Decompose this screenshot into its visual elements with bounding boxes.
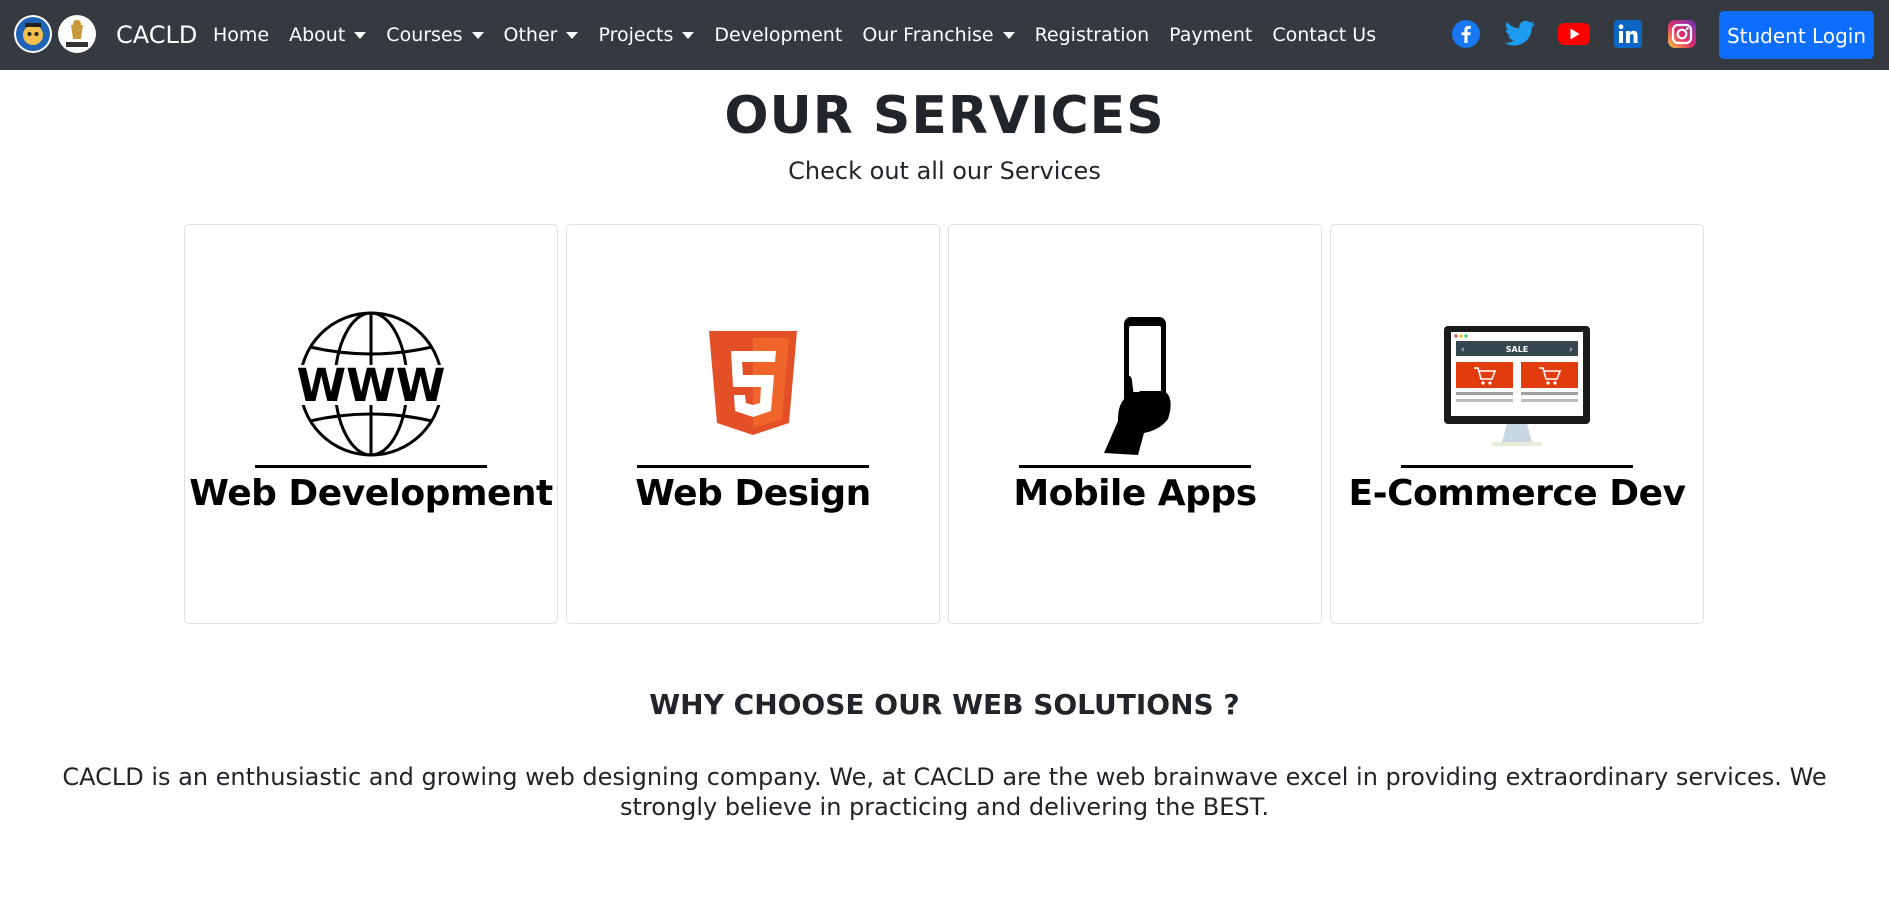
service-card-ecommerce[interactable]: SALE ‹ › E-Commerce Dev bbox=[1330, 224, 1704, 624]
social-links bbox=[1450, 18, 1720, 50]
service-label: Web Development bbox=[189, 473, 553, 514]
why-heading: WHY CHOOSE OUR WEB SOLUTIONS ? bbox=[649, 688, 1240, 721]
dropdown-caret-icon bbox=[682, 31, 695, 39]
nav-item-about[interactable]: About bbox=[289, 20, 367, 50]
service-card-web-development[interactable]: WWW Web Development bbox=[184, 224, 558, 624]
service-label: Mobile Apps bbox=[1013, 473, 1257, 514]
dropdown-caret-icon bbox=[566, 31, 579, 39]
top-navbar: CACLD Home About Courses Other Projects Devel… bbox=[0, 0, 1889, 70]
instagram-icon[interactable] bbox=[1666, 18, 1698, 50]
phone-in-hand-icon bbox=[1080, 309, 1190, 459]
nav-item-label: Our Franchise bbox=[862, 24, 994, 46]
service-card-mobile-apps[interactable]: Mobile Apps bbox=[948, 224, 1322, 624]
nav-item-other[interactable]: Other bbox=[504, 20, 579, 50]
card-divider bbox=[1401, 465, 1633, 468]
nav-item-label: Contact Us bbox=[1272, 24, 1377, 46]
dropdown-caret-icon bbox=[1002, 31, 1015, 39]
nav-item-our-franchise[interactable]: Our Franchise bbox=[862, 20, 1015, 50]
html5-icon bbox=[703, 309, 803, 459]
institute-logo[interactable] bbox=[14, 15, 52, 53]
nav-item-contact-us[interactable]: Contact Us bbox=[1272, 20, 1376, 50]
twitter-icon[interactable] bbox=[1504, 18, 1536, 50]
logos bbox=[14, 15, 96, 53]
nav-item-label: Other bbox=[503, 24, 558, 46]
www-globe-icon: WWW bbox=[286, 309, 456, 459]
nav-item-label: Registration bbox=[1034, 24, 1150, 46]
service-label: Web Design bbox=[635, 473, 871, 514]
student-login-button[interactable]: Student Login bbox=[1719, 11, 1874, 59]
card-divider bbox=[255, 465, 487, 468]
dropdown-caret-icon bbox=[471, 31, 484, 39]
nav-item-label: Courses bbox=[386, 24, 463, 46]
facebook-icon[interactable] bbox=[1450, 18, 1482, 50]
nav-item-label: Payment bbox=[1169, 24, 1253, 46]
page-title: OUR SERVICES bbox=[724, 86, 1165, 146]
service-label: E-Commerce Dev bbox=[1348, 473, 1686, 514]
brand-name[interactable]: CACLD bbox=[116, 18, 197, 52]
nav-item-courses[interactable]: Courses bbox=[386, 20, 484, 50]
nav-item-projects[interactable]: Projects bbox=[598, 20, 695, 50]
svg-text:SALE: SALE bbox=[1506, 345, 1529, 354]
nav-item-development[interactable]: Development bbox=[714, 20, 842, 50]
about-text: CACLD is an enthusiastic and growing web… bbox=[62, 763, 1827, 821]
linkedin-icon[interactable] bbox=[1612, 18, 1644, 50]
nav-item-home[interactable]: Home bbox=[213, 20, 269, 50]
youtube-icon[interactable] bbox=[1558, 18, 1590, 50]
card-divider bbox=[637, 465, 869, 468]
dropdown-caret-icon bbox=[354, 31, 367, 39]
nav-item-label: Projects bbox=[598, 24, 674, 46]
nav-menu: Home About Courses Other Projects Development… bbox=[213, 20, 1396, 50]
svg-text:›: › bbox=[1569, 345, 1573, 355]
nav-item-label: Home bbox=[213, 24, 270, 46]
nav-item-label: About bbox=[289, 24, 346, 46]
services-cards: WWW Web Development Web Design Mobile Ap… bbox=[184, 224, 1704, 624]
page-subtitle: Check out all our Services bbox=[788, 157, 1101, 185]
nav-item-label: Development bbox=[714, 24, 843, 46]
card-divider bbox=[1019, 465, 1251, 468]
svg-text:‹: ‹ bbox=[1461, 345, 1465, 355]
emblem-logo[interactable] bbox=[58, 15, 96, 53]
svg-text:WWW: WWW bbox=[297, 359, 446, 412]
nav-item-registration[interactable]: Registration bbox=[1035, 20, 1150, 50]
nav-item-payment[interactable]: Payment bbox=[1169, 20, 1252, 50]
service-card-web-design[interactable]: Web Design bbox=[566, 224, 940, 624]
desktop-shop-icon: SALE ‹ › bbox=[1442, 309, 1592, 459]
